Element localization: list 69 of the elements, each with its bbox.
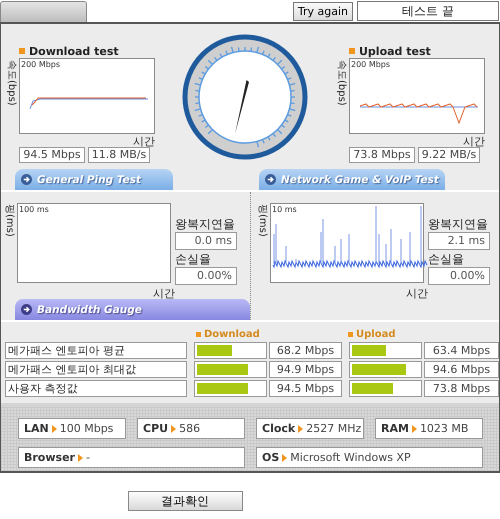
info-value: 1023 MB — [420, 422, 468, 435]
row-label: 메가패스 엔토피아 최대값 — [5, 361, 187, 378]
scale-label: 200 Mbps — [21, 60, 60, 69]
bullet-icon — [348, 332, 353, 336]
triangle-icon — [171, 424, 176, 432]
loss-value: 0.00% — [175, 267, 237, 285]
latency-label: 왕복지연율 — [428, 216, 489, 232]
speed-reading: 68.2 Mbps — [269, 342, 342, 359]
scale-label: 100 ms — [19, 205, 49, 214]
triangle-icon — [412, 424, 417, 432]
row-label: 사용자 측정값 — [5, 380, 187, 397]
latency-label: 왕복지연율 — [175, 216, 236, 232]
axis-label: 핑(ms) — [256, 204, 269, 237]
info-value: Microsoft Windows XP — [290, 451, 411, 464]
speed-reading: 94.5 Mbps — [269, 380, 342, 397]
bullet-icon — [349, 48, 355, 54]
bullet-icon — [196, 332, 201, 336]
arrow-icon — [21, 304, 32, 315]
triangle-icon — [78, 454, 83, 462]
axis-label: 핑(ms) — [3, 204, 16, 237]
axis-label: 속도(bps) — [5, 60, 18, 106]
info-value: 2527 MHz — [306, 422, 362, 435]
speed-reading: 9.22 MB/s — [418, 147, 480, 163]
axis-label: 시간 — [132, 134, 155, 147]
status-field: 테스트 끝 — [357, 1, 499, 21]
speed-reading: 11.8 MB/s — [88, 147, 150, 163]
speed-reading: 63.4 Mbps — [424, 342, 499, 359]
triangle-icon — [298, 424, 304, 432]
section-tab[interactable]: Bandwidth Gauge — [15, 299, 250, 320]
info-label: LAN — [24, 422, 49, 435]
chart-title: Download test — [29, 44, 119, 58]
row-label: 메가패스 엔토피아 평균 — [5, 342, 187, 359]
loss-value: 0.00% — [428, 267, 490, 285]
info-label: RAM — [381, 422, 409, 435]
speed-reading: 94.5 Mbps — [19, 147, 85, 163]
speed-reading: 73.8 Mbps — [349, 147, 415, 163]
axis-label: 시간 — [152, 286, 175, 299]
speed-reading: 94.6 Mbps — [424, 361, 499, 378]
info-value: 100 Mbps — [60, 422, 114, 435]
speed-reading: 73.8 Mbps — [424, 380, 499, 397]
info-label: Clock — [262, 422, 296, 435]
latency-value: 0.0 ms — [175, 232, 237, 250]
info-label: CPU — [143, 422, 168, 435]
try-again-button[interactable]: Try again — [292, 2, 353, 21]
chart-title: Upload test — [359, 44, 431, 58]
triangle-icon — [52, 424, 57, 432]
info-label: OS — [262, 451, 280, 464]
arrow-icon — [265, 174, 276, 185]
scale-label: 10 ms — [272, 205, 297, 214]
latency-value: 2.1 ms — [428, 232, 490, 250]
axis-label: 시간 — [405, 286, 428, 299]
arrow-icon — [21, 174, 32, 185]
scale-label: 200 Mbps — [351, 60, 390, 69]
section-tab[interactable]: Network Game & VoIP Test — [259, 169, 445, 190]
loss-label: 손실율 — [175, 251, 212, 267]
section-tab[interactable]: General Ping Test — [15, 169, 173, 190]
column-header: Download — [204, 328, 260, 340]
axis-label: 속도(bps) — [335, 60, 348, 106]
column-header: Upload — [356, 328, 396, 340]
page-tab[interactable] — [0, 1, 87, 22]
info-value: - — [86, 451, 90, 464]
result-button[interactable]: 결과확인 — [128, 491, 242, 511]
info-value: 586 — [179, 422, 200, 435]
loss-label: 손실율 — [428, 251, 465, 267]
info-label: Browser — [24, 451, 75, 464]
axis-label: 시간 — [462, 134, 485, 147]
bullet-icon — [19, 48, 25, 54]
speed-reading: 94.9 Mbps — [269, 361, 342, 378]
triangle-icon — [282, 454, 288, 462]
